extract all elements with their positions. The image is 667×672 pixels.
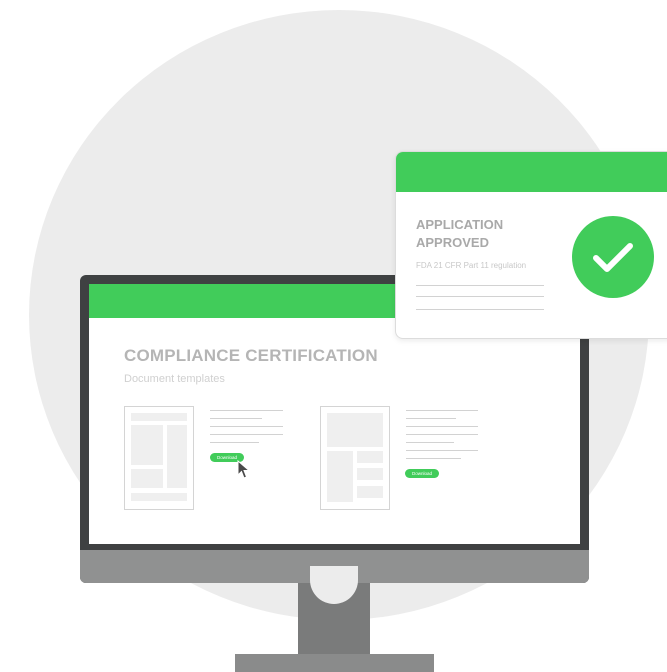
doc-side-block (167, 425, 187, 488)
text-line (210, 434, 283, 435)
text-line (210, 426, 283, 427)
approval-card: APPLICATION APPROVED FDA 21 CFR Part 11 … (395, 151, 667, 339)
text-line (406, 442, 454, 443)
checkmark-icon (593, 243, 633, 272)
text-line (406, 426, 478, 427)
doc-content-block (357, 468, 383, 480)
doc-header-block (327, 413, 383, 447)
document-template-thumbnail[interactable] (320, 406, 390, 510)
text-line (406, 418, 456, 419)
doc-content-block (131, 425, 163, 465)
text-line (416, 309, 544, 310)
document-template-thumbnail[interactable] (124, 406, 194, 510)
text-line (416, 285, 544, 286)
text-line (406, 410, 478, 411)
check-circle-icon (572, 216, 654, 298)
text-line (406, 450, 478, 451)
doc-header-block (131, 413, 187, 421)
doc-footer-block (131, 493, 187, 501)
text-line (210, 410, 283, 411)
download-button[interactable]: Download (405, 469, 439, 478)
doc-content-block (357, 486, 383, 498)
doc-content-block (131, 469, 163, 488)
text-line (210, 442, 259, 443)
regulation-label: FDA 21 CFR Part 11 regulation (416, 261, 527, 270)
text-line (406, 458, 461, 459)
card-header-bar (396, 152, 667, 192)
approval-title: APPLICATION APPROVED (416, 217, 504, 250)
mouse-pointer-icon (237, 460, 251, 479)
text-line (210, 418, 262, 419)
text-line (406, 434, 478, 435)
monitor-stand-base (235, 654, 434, 672)
doc-content-block (327, 451, 353, 502)
page-subtitle: Document templates (124, 373, 225, 385)
page-title: COMPLIANCE CERTIFICATION (124, 346, 378, 365)
doc-content-block (357, 451, 383, 463)
text-line (416, 296, 544, 297)
